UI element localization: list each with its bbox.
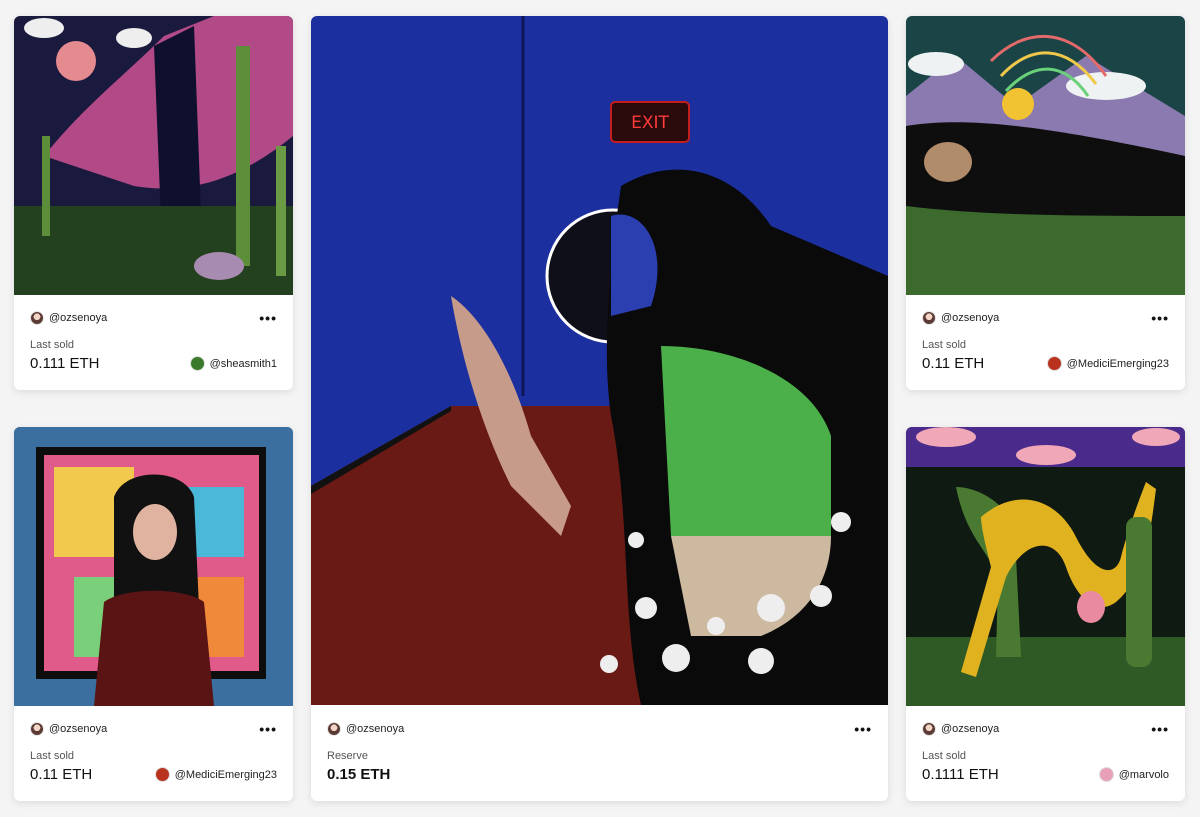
buyer[interactable]: @marvolo — [1098, 767, 1169, 782]
artwork-card[interactable]: @ozsenoya ••• Last sold 0.11 ETH @Medici… — [14, 427, 293, 801]
price-value: 0.11 ETH — [922, 355, 985, 372]
price-value: 0.111 ETH — [30, 355, 100, 372]
price-value: 0.1111 ETH — [922, 766, 999, 783]
buyer-handle[interactable]: @MediciEmerging23 — [1067, 358, 1169, 370]
exit-woman-eyes-artwork[interactable]: EXIT — [311, 16, 888, 705]
price-label: Last sold — [922, 339, 967, 351]
buyer[interactable]: @sheasmith1 — [189, 356, 277, 371]
creator-handle[interactable]: @ozsenoya — [941, 312, 999, 324]
artwork-card[interactable]: @ozsenoya ••• Last sold 0.11 ETH @Medici… — [906, 16, 1185, 390]
more-horizontal-icon[interactable]: ••• — [1151, 311, 1169, 325]
exit-sign-text: EXIT — [631, 113, 669, 133]
price-value: 0.15 ETH — [327, 766, 391, 783]
more-horizontal-icon[interactable]: ••• — [854, 722, 872, 736]
creator-handle[interactable]: @ozsenoya — [346, 723, 404, 735]
price-label: Last sold — [30, 339, 75, 351]
buyer[interactable]: @MediciEmerging23 — [1046, 356, 1169, 371]
price-label: Last sold — [922, 750, 967, 762]
creator-handle[interactable]: @ozsenoya — [49, 312, 107, 324]
price-label: Reserve — [327, 750, 368, 762]
portrait-colorful-frame-artwork[interactable] — [14, 427, 293, 706]
more-horizontal-icon[interactable]: ••• — [1151, 722, 1169, 736]
price-label: Last sold — [30, 750, 75, 762]
yellow-figure-cactus-artwork[interactable] — [906, 427, 1185, 706]
artwork-card[interactable]: @ozsenoya ••• Last sold 0.111 ETH @sheas… — [14, 16, 293, 390]
more-horizontal-icon[interactable]: ••• — [259, 311, 277, 325]
creator-avatar[interactable] — [30, 311, 44, 325]
buyer-handle[interactable]: @MediciEmerging23 — [175, 769, 277, 781]
creator-handle[interactable]: @ozsenoya — [49, 723, 107, 735]
more-horizontal-icon[interactable]: ••• — [259, 722, 277, 736]
buyer-avatar — [189, 356, 205, 371]
creator-avatar[interactable] — [922, 311, 936, 325]
buyer-avatar — [1046, 356, 1062, 371]
creator-avatar[interactable] — [30, 722, 44, 736]
creator-handle[interactable]: @ozsenoya — [941, 723, 999, 735]
cactus-night-mountain-artwork[interactable] — [14, 16, 293, 295]
artwork-card[interactable]: EXIT @ozsenoya ••• Reserve 0.15 ETH — [311, 16, 888, 801]
artwork-card[interactable]: @ozsenoya ••• Last sold 0.1111 ETH @marv… — [906, 427, 1185, 801]
buyer-handle[interactable]: @sheasmith1 — [210, 358, 277, 370]
buyer-handle[interactable]: @marvolo — [1119, 769, 1169, 781]
buyer-avatar — [154, 767, 170, 782]
rainbow-woman-meadow-artwork[interactable] — [906, 16, 1185, 295]
creator-avatar[interactable] — [327, 722, 341, 736]
price-value: 0.11 ETH — [30, 766, 93, 783]
buyer[interactable]: @MediciEmerging23 — [154, 767, 277, 782]
creator-avatar[interactable] — [922, 722, 936, 736]
buyer-avatar — [1098, 767, 1114, 782]
